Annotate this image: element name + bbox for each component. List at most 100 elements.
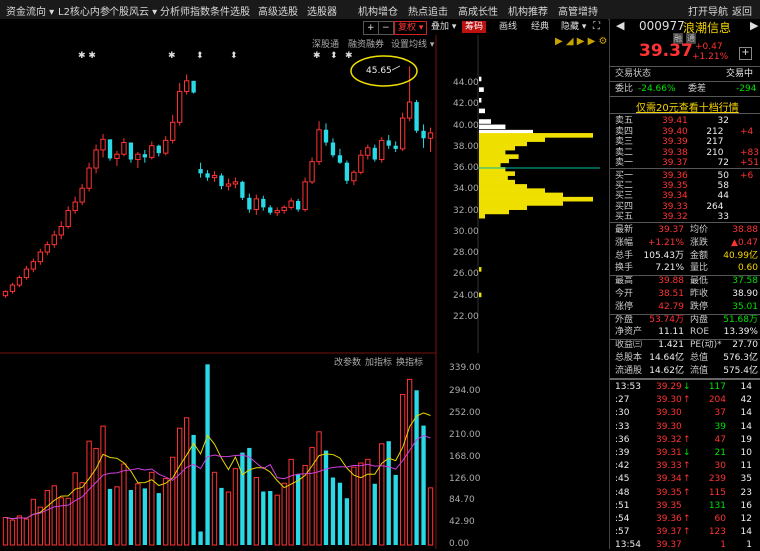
candle[interactable] [372,147,377,160]
volume-bar [198,531,203,545]
change-params-link[interactable]: 改参数 [334,355,361,368]
candle[interactable] [9,284,16,292]
candle[interactable] [253,198,259,211]
tick-time: :39 [615,448,630,458]
candle[interactable] [44,244,50,253]
candle[interactable] [51,234,57,246]
volume-bar [247,447,252,545]
candle[interactable] [149,145,155,158]
candle[interactable] [16,277,23,286]
candle[interactable] [225,183,232,187]
candle[interactable] [427,132,434,139]
stat-row: 换手 7.21% 量比 0.60 [610,262,760,274]
tick-count: 11 [740,461,752,472]
volume-bar [16,515,23,546]
candle[interactable] [93,149,99,169]
candle[interactable] [2,290,9,297]
candle[interactable] [37,251,43,263]
candle[interactable] [344,162,350,181]
candle[interactable] [211,174,218,179]
candle[interactable] [30,261,37,270]
candle[interactable] [337,155,343,163]
candle[interactable] [163,139,169,154]
candle[interactable] [281,206,287,212]
volume-bar [2,516,9,546]
tick-time: :36 [615,434,630,445]
candle[interactable] [365,147,371,156]
candle[interactable] [156,145,161,154]
bid-row[interactable]: 买五 39.32 33 [610,211,760,223]
candle[interactable] [261,198,266,208]
add-watchlist-button[interactable]: + [739,47,752,60]
candle[interactable] [128,142,134,160]
candle[interactable] [302,181,308,211]
candle[interactable] [191,80,196,93]
candle[interactable] [205,173,210,178]
stat-label: 总值 [690,353,709,363]
candle[interactable] [274,210,280,214]
volume-bar [170,456,176,546]
ten-level-promo-link[interactable]: 仅需20元查看十档行情 [636,99,739,114]
candle[interactable] [323,129,329,143]
kline-chart[interactable] [0,0,608,549]
add-indicator-link[interactable]: 加指标 [365,355,392,368]
candle[interactable] [295,201,301,210]
candle[interactable] [232,181,239,185]
tick-price: 39.33 [656,461,682,472]
tick-price: 39.37 [656,540,682,551]
candle[interactable] [219,175,224,187]
candle[interactable] [316,129,322,163]
candle[interactable] [72,201,78,212]
tick-row: :42 39.33 ↑ 30 11 [610,460,760,472]
volume-bar [114,486,120,546]
candle[interactable] [183,80,190,92]
candle[interactable] [421,130,426,139]
candle[interactable] [268,207,273,213]
stat-label: 量比 [690,263,709,274]
candle[interactable] [240,181,245,198]
price-axis-label: 44.00 [453,78,479,88]
stat-label: 总手 [615,250,634,261]
candle[interactable] [198,169,203,174]
stat-label: 今开 [615,289,634,299]
candle[interactable] [406,101,413,119]
volume-bar [281,482,287,546]
stat-label: 跌停 [690,301,709,312]
candle[interactable] [379,139,385,161]
price-axis-label: 22.00 [453,312,479,322]
candle[interactable] [142,154,147,158]
candle[interactable] [386,140,391,146]
candle[interactable] [23,268,30,279]
candle[interactable] [170,121,176,141]
menu-triangle-icon[interactable]: ◀ [616,19,624,32]
candle[interactable] [309,161,315,183]
candle[interactable] [65,210,71,228]
stat-value: 13.39% [723,327,758,338]
candle[interactable] [351,171,357,182]
candle[interactable] [86,167,92,189]
switch-indicator-link[interactable]: 换指标 [396,355,423,368]
candle[interactable] [177,90,183,123]
stat-label: 金额 [690,250,709,261]
candle[interactable] [399,117,406,150]
candle[interactable] [330,142,336,156]
candle[interactable] [121,142,127,155]
candle[interactable] [393,145,398,149]
candle[interactable] [100,138,106,151]
candle[interactable] [114,153,120,159]
candle[interactable] [107,139,113,159]
volume-bar [225,491,232,546]
candle[interactable] [414,102,419,131]
candle[interactable] [288,200,294,208]
next-stock-icon[interactable]: ▶ [750,19,758,32]
candle[interactable] [247,197,252,210]
stat-row: 涨停 42.79 跌停 35.01 [610,301,760,313]
tick-price: 39.35 [656,500,682,511]
menu-open-nav[interactable]: 打开导航 [688,3,728,18]
tick-count: 35 [740,474,752,485]
candle[interactable] [358,154,364,173]
menu-back[interactable]: 返回 [732,3,752,18]
candle[interactable] [135,153,141,161]
candle[interactable] [79,187,85,203]
candle[interactable] [58,226,64,236]
